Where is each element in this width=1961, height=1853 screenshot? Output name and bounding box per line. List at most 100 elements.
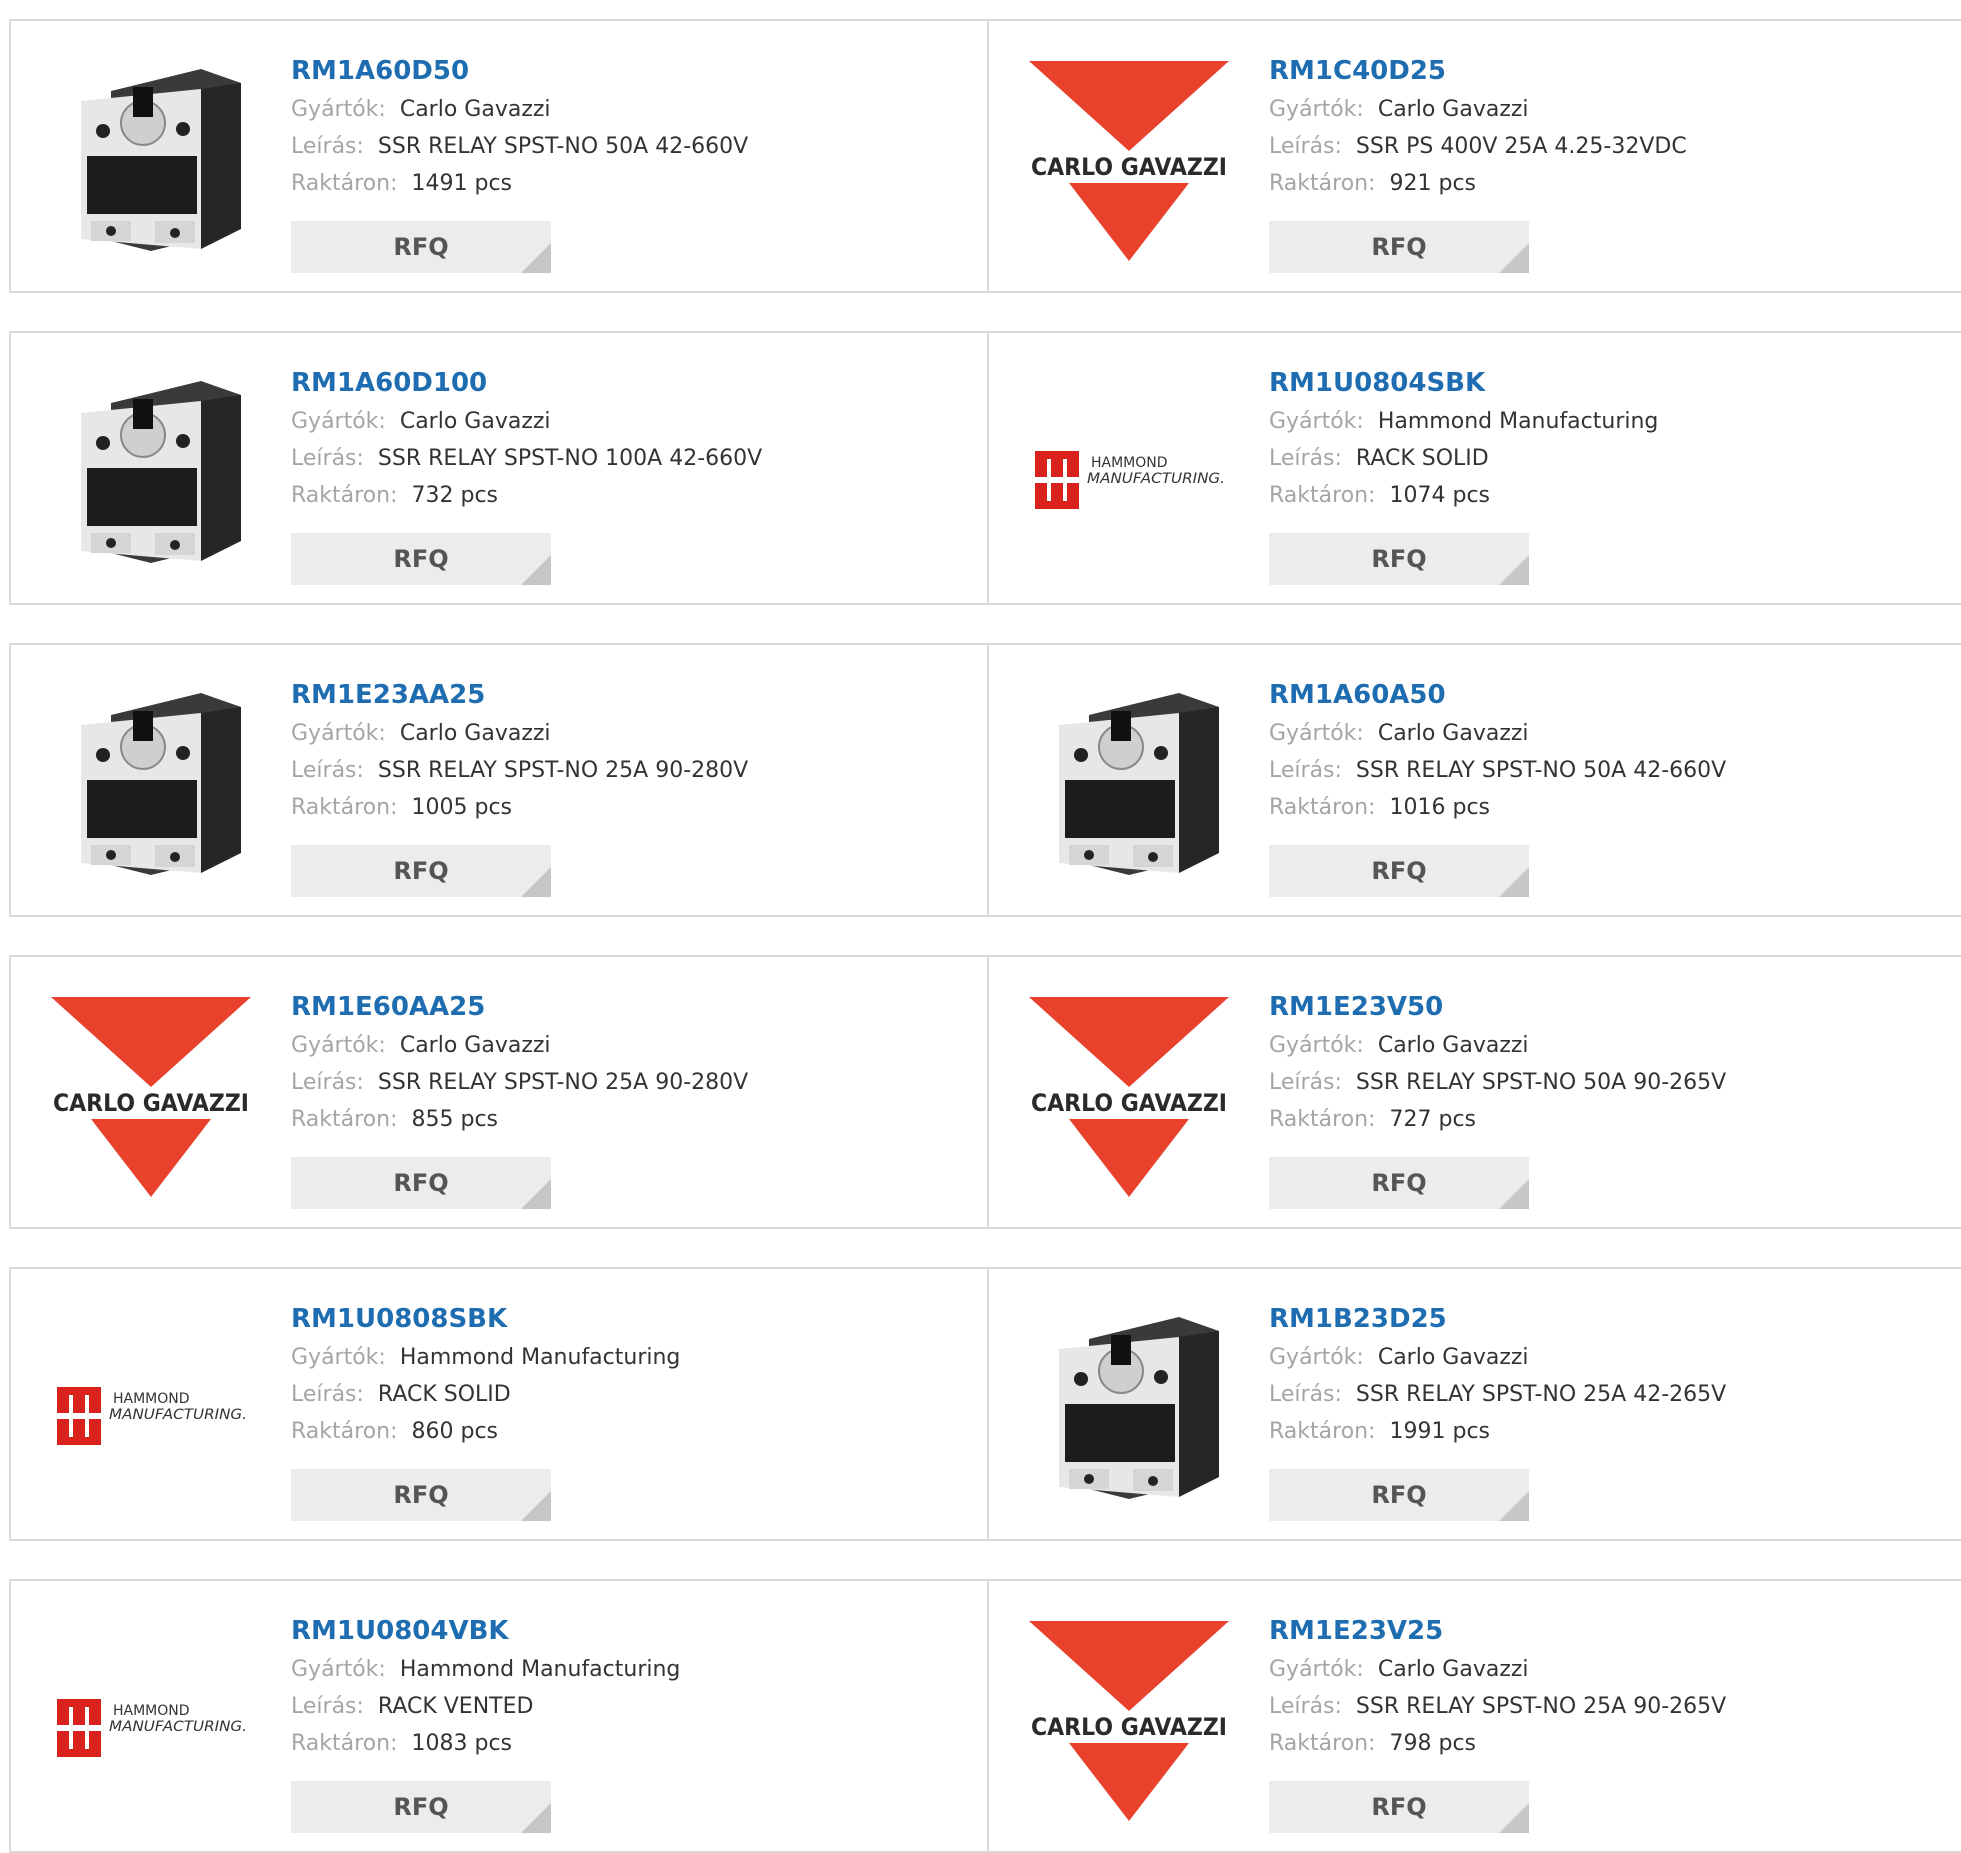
description-row: Leírás: SSR RELAY SPST-NO 100A 42-660V <box>291 440 977 477</box>
product-info: RM1E23AA25 Gyártók: Carlo Gavazzi Leírás: SS… <box>291 675 977 826</box>
description-row: Leírás: SSR RELAY SPST-NO 25A 90-280V <box>291 1064 977 1101</box>
part-number-link[interactable]: RM1E23V25 <box>1269 1611 1951 1651</box>
product-info: RM1A60A50 Gyártók: Carlo Gavazzi Leírás: SSR… <box>1269 675 1951 826</box>
hammond-logo-line2: MANUFACTURING. <box>109 1719 247 1735</box>
carlo-gavazzi-logo[interactable]: CARLO GAVAZZI <box>51 997 251 1197</box>
stock-value: 727 pcs <box>1389 1107 1477 1132</box>
hammond-logo-line1: HAMMOND <box>113 1391 190 1407</box>
manufacturer-row: Gyártók: Carlo Gavazzi <box>291 91 977 128</box>
carlo-logo-text: CARLO GAVAZZI <box>53 1089 249 1117</box>
description-value: RACK SOLID <box>377 1382 511 1407</box>
carlo-gavazzi-logo[interactable]: CARLO GAVAZZI <box>1029 1621 1229 1821</box>
part-number-link[interactable]: RM1U0808SBK <box>291 1299 977 1339</box>
rfq-button[interactable]: RFQ <box>1269 221 1529 273</box>
rfq-button[interactable]: RFQ <box>1269 533 1529 585</box>
part-number-link[interactable]: RM1E60AA25 <box>291 987 977 1027</box>
part-number-link[interactable]: RM1A60D50 <box>291 51 977 91</box>
hammond-logo-line2: MANUFACTURING. <box>109 1407 247 1423</box>
rfq-button[interactable]: RFQ <box>1269 1781 1529 1833</box>
stock-label: Raktáron: <box>1269 1731 1376 1756</box>
manufacturer-row: Gyártók: Carlo Gavazzi <box>291 1027 977 1064</box>
part-number-link[interactable]: RM1A60A50 <box>1269 675 1951 715</box>
hammond-logo[interactable]: HAMMOND MANUFACTURING. <box>51 1621 251 1821</box>
product-card: HAMMOND MANUFACTURING. RM1U0804SBK Gyártó… <box>987 331 1961 605</box>
manufacturer-value: Hammond Manufacturing <box>399 1345 681 1370</box>
part-number-link[interactable]: RM1U0804SBK <box>1269 363 1951 403</box>
corner-triangle-icon <box>1499 867 1529 897</box>
manufacturer-value: Hammond Manufacturing <box>1377 409 1659 434</box>
rfq-button[interactable]: RFQ <box>291 221 551 273</box>
product-card: RM1A60D100 Gyártók: Carlo Gavazzi Leírás: SS… <box>9 331 987 605</box>
manufacturer-row: Gyártók: Carlo Gavazzi <box>1269 1339 1951 1376</box>
product-info: RM1B23D25 Gyártók: Carlo Gavazzi Leírás: SSR… <box>1269 1299 1951 1450</box>
description-row: Leírás: RACK SOLID <box>291 1376 977 1413</box>
rfq-label: RFQ <box>1371 857 1427 885</box>
rfq-button[interactable]: RFQ <box>1269 1469 1529 1521</box>
corner-triangle-icon <box>1499 1491 1529 1521</box>
description-label: Leírás: <box>291 758 364 783</box>
hammond-logo[interactable]: HAMMOND MANUFACTURING. <box>1029 373 1229 573</box>
part-number-link[interactable]: RM1E23AA25 <box>291 675 977 715</box>
manufacturer-label: Gyártók: <box>291 1345 386 1370</box>
manufacturer-value: Carlo Gavazzi <box>399 721 551 746</box>
part-number-link[interactable]: RM1E23V50 <box>1269 987 1951 1027</box>
relay-product-image[interactable] <box>1029 1309 1229 1509</box>
rfq-label: RFQ <box>1371 233 1427 261</box>
hammond-logo-line2: MANUFACTURING. <box>1087 471 1225 487</box>
relay-product-image[interactable] <box>1029 685 1229 885</box>
rfq-button[interactable]: RFQ <box>291 845 551 897</box>
carlo-logo-text: CARLO GAVAZZI <box>1031 1713 1227 1741</box>
description-label: Leírás: <box>1269 1382 1342 1407</box>
stock-label: Raktáron: <box>291 795 398 820</box>
rfq-button[interactable]: RFQ <box>291 1157 551 1209</box>
manufacturer-row: Gyártók: Carlo Gavazzi <box>1269 91 1951 128</box>
rfq-button[interactable]: RFQ <box>291 1781 551 1833</box>
manufacturer-label: Gyártók: <box>1269 1657 1364 1682</box>
part-number-link[interactable]: RM1C40D25 <box>1269 51 1951 91</box>
stock-value: 1074 pcs <box>1389 483 1491 508</box>
relay-product-image[interactable] <box>51 61 251 261</box>
rfq-button[interactable]: RFQ <box>1269 1157 1529 1209</box>
rfq-button[interactable]: RFQ <box>291 533 551 585</box>
manufacturer-label: Gyártók: <box>291 97 386 122</box>
description-label: Leírás: <box>1269 446 1342 471</box>
carlo-logo-text: CARLO GAVAZZI <box>1031 153 1227 181</box>
part-number-link[interactable]: RM1U0804VBK <box>291 1611 977 1651</box>
manufacturer-label: Gyártók: <box>1269 1033 1364 1058</box>
part-number-link[interactable]: RM1B23D25 <box>1269 1299 1951 1339</box>
corner-triangle-icon <box>521 1491 551 1521</box>
hammond-logo[interactable]: HAMMOND MANUFACTURING. <box>51 1309 251 1509</box>
manufacturer-label: Gyártók: <box>1269 97 1364 122</box>
rfq-label: RFQ <box>393 857 449 885</box>
corner-triangle-icon <box>1499 243 1529 273</box>
stock-row: Raktáron: 798 pcs <box>1269 1725 1951 1762</box>
manufacturer-row: Gyártók: Carlo Gavazzi <box>1269 1027 1951 1064</box>
relay-product-image[interactable] <box>51 373 251 573</box>
stock-row: Raktáron: 855 pcs <box>291 1101 977 1138</box>
corner-triangle-icon <box>521 243 551 273</box>
manufacturer-value: Carlo Gavazzi <box>1377 1345 1529 1370</box>
stock-label: Raktáron: <box>291 1107 398 1132</box>
corner-triangle-icon <box>521 1179 551 1209</box>
description-value: SSR RELAY SPST-NO 25A 42-265V <box>1355 1382 1727 1407</box>
description-value: SSR RELAY SPST-NO 50A 42-660V <box>377 134 749 159</box>
description-row: Leírás: SSR RELAY SPST-NO 25A 42-265V <box>1269 1376 1951 1413</box>
product-info: RM1E23V25 Gyártók: Carlo Gavazzi Leírás: SSR… <box>1269 1611 1951 1762</box>
part-number-link[interactable]: RM1A60D100 <box>291 363 977 403</box>
description-row: Leírás: RACK SOLID <box>1269 440 1951 477</box>
manufacturer-value: Carlo Gavazzi <box>399 1033 551 1058</box>
rfq-button[interactable]: RFQ <box>1269 845 1529 897</box>
stock-label: Raktáron: <box>291 171 398 196</box>
manufacturer-value: Carlo Gavazzi <box>399 97 551 122</box>
product-card: CARLO GAVAZZI RM1E60AA25 Gyártók: Carlo Ga… <box>9 955 987 1229</box>
rfq-label: RFQ <box>1371 1169 1427 1197</box>
carlo-gavazzi-logo[interactable]: CARLO GAVAZZI <box>1029 61 1229 261</box>
stock-value: 1083 pcs <box>411 1731 513 1756</box>
relay-product-image[interactable] <box>51 685 251 885</box>
carlo-gavazzi-logo[interactable]: CARLO GAVAZZI <box>1029 997 1229 1197</box>
manufacturer-row: Gyártók: Carlo Gavazzi <box>291 403 977 440</box>
product-info: RM1E60AA25 Gyártók: Carlo Gavazzi Leírás: SS… <box>291 987 977 1138</box>
rfq-button[interactable]: RFQ <box>291 1469 551 1521</box>
rfq-label: RFQ <box>1371 1481 1427 1509</box>
product-grid: RM1A60D50 Gyártók: Carlo Gavazzi Leírás: SSR… <box>9 19 1961 1853</box>
